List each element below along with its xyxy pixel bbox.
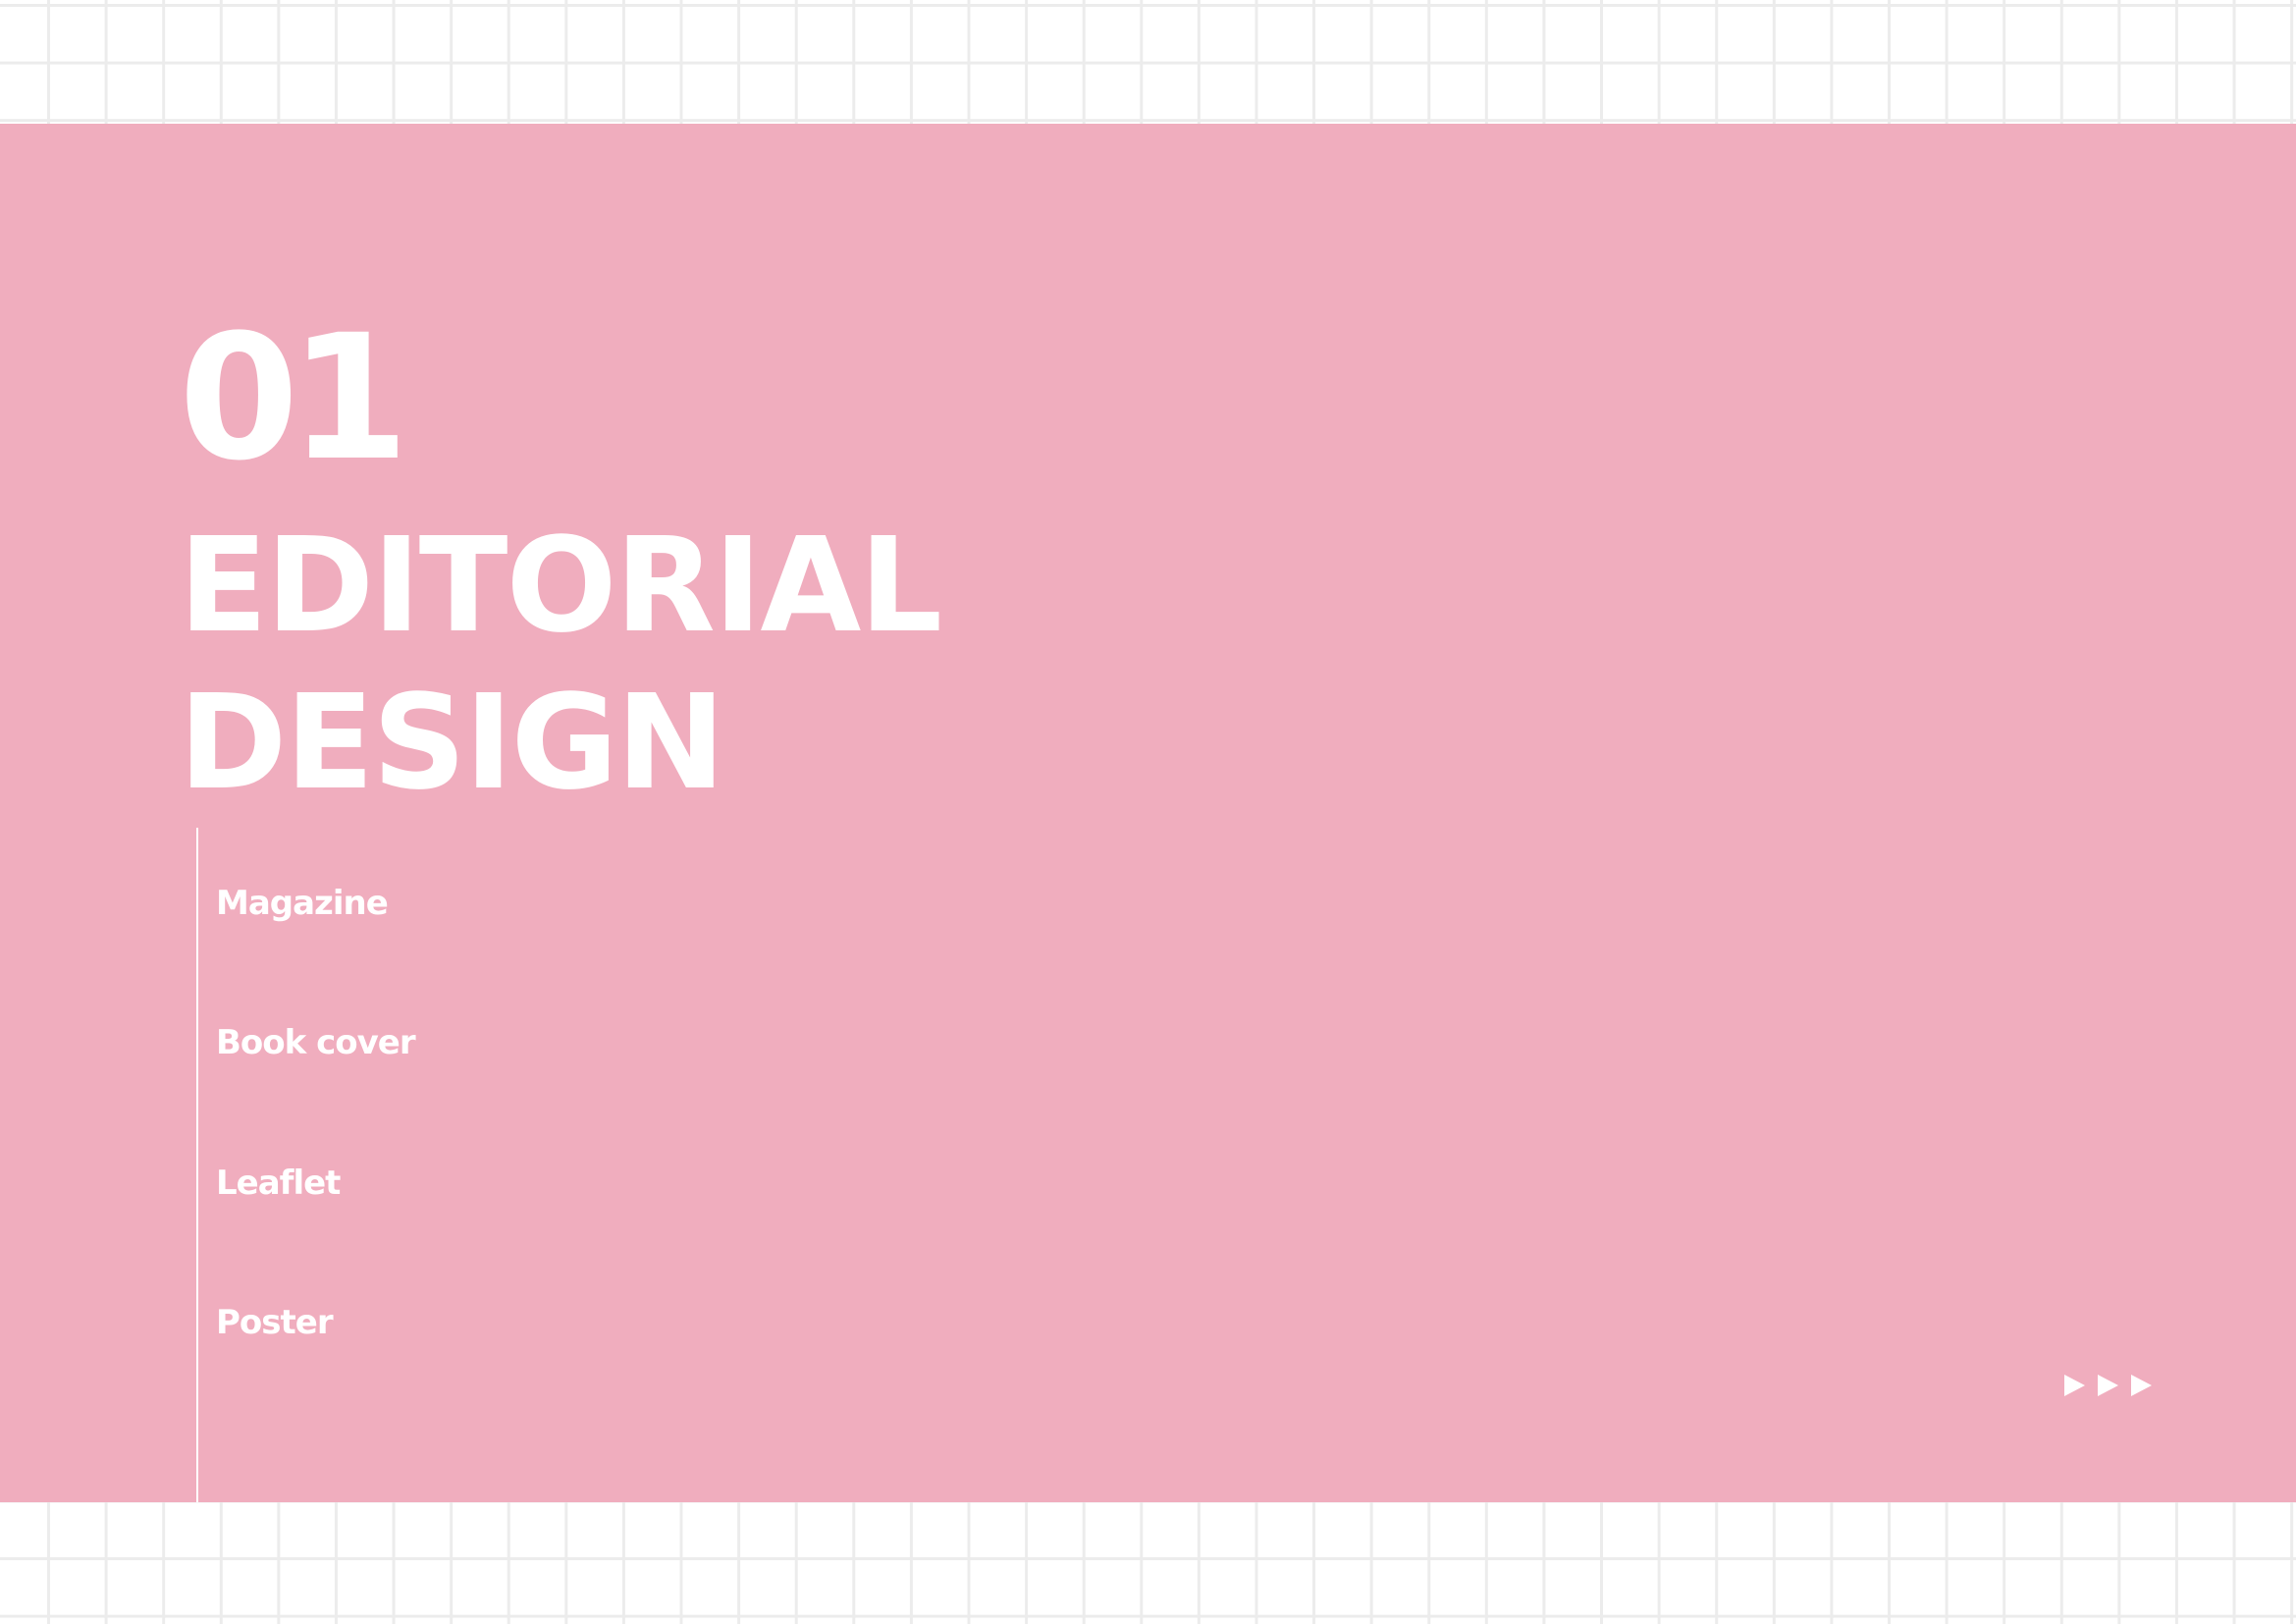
menu-divider-line xyxy=(196,828,198,1502)
triple-play-arrow-icon[interactable] xyxy=(2062,1373,2161,1398)
category-item-magazine[interactable]: Magazine xyxy=(216,884,389,923)
category-item-leaflet[interactable]: Leaflet xyxy=(216,1164,341,1203)
play-arrow-icon xyxy=(2131,1375,2152,1396)
section-title-line-2: DESIGN xyxy=(179,668,725,819)
play-arrow-icon xyxy=(2064,1375,2085,1396)
category-item-book-cover[interactable]: Book cover xyxy=(216,1023,416,1062)
category-item-poster[interactable]: Poster xyxy=(216,1303,334,1342)
section-number: 01 xyxy=(179,298,409,499)
section-title-line-1: EDITORIAL xyxy=(179,511,942,662)
section-title: EDITORIAL DESIGN xyxy=(179,508,1258,822)
play-arrow-icon xyxy=(2098,1375,2118,1396)
